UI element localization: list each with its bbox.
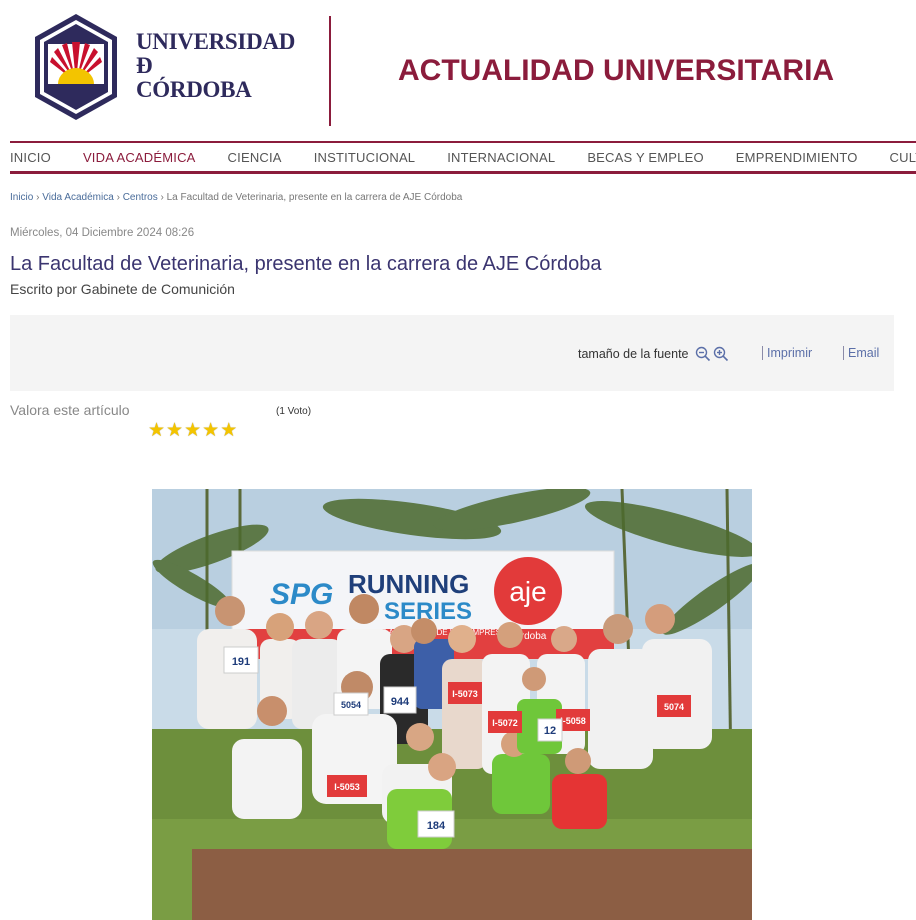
breadcrumb: Inicio › Vida Académica › Centros › La F… (10, 192, 462, 203)
logo-line-1: UNIVERSIDAD (136, 29, 296, 54)
star-icon[interactable]: ★ (184, 421, 201, 441)
breadcrumb-separator: › (36, 192, 40, 203)
rating-stars[interactable]: ★ ★ ★ ★ ★ (148, 421, 238, 441)
main-navigation: INICIO VIDA ACADÉMICA CIENCIA INSTITUCIO… (10, 141, 916, 174)
bib-number: 184 (427, 820, 446, 832)
article-photo: SPG RUNNING SERIES LA CARRERA DE LAS EMP… (152, 489, 752, 920)
star-icon[interactable]: ★ (166, 421, 183, 441)
breadcrumb-current: La Facultad de Veterinaria, presente en … (166, 192, 463, 203)
bib-number: I-5058 (560, 716, 586, 726)
nav-item-institucional[interactable]: INSTITUCIONAL (314, 150, 416, 165)
logo-line-2: Ð (136, 53, 153, 78)
nav-item-ciencia[interactable]: CIENCIA (228, 150, 282, 165)
nav-item-becas-y-empleo[interactable]: BECAS Y EMPLEO (587, 150, 703, 165)
nav-item-cultura[interactable]: CULTURA (890, 150, 916, 165)
university-logo[interactable] (33, 12, 119, 122)
rating-votes: (1 Voto) (276, 406, 312, 417)
font-size-control: tamaño de la fuente (578, 346, 729, 362)
header-divider (329, 16, 331, 126)
breadcrumb-link-inicio[interactable]: Inicio (10, 192, 33, 203)
article-author: Escrito por Gabinete de Comunición (10, 281, 235, 297)
breadcrumb-link-centros[interactable]: Centros (123, 192, 158, 203)
banner-aje-logo: aje (509, 576, 546, 607)
bib-number: I-5072 (492, 718, 518, 728)
article-title: La Facultad de Veterinaria, presente en … (10, 253, 602, 275)
breadcrumb-link-vida-academica[interactable]: Vida Académica (42, 192, 114, 203)
banner-brand: SPG (270, 578, 333, 611)
email-link[interactable]: Email (843, 346, 879, 360)
bib-number: I-5053 (334, 782, 360, 792)
bib-number: 5074 (664, 702, 684, 712)
nav-item-internacional[interactable]: INTERNACIONAL (447, 150, 555, 165)
breadcrumb-separator: › (116, 192, 120, 203)
nav-item-emprendimiento[interactable]: EMPRENDIMIENTO (736, 150, 858, 165)
print-link[interactable]: Imprimir (762, 346, 812, 360)
group-photo-image: SPG RUNNING SERIES LA CARRERA DE LAS EMP… (152, 489, 752, 920)
bib-number: 191 (232, 656, 250, 668)
bib-number: I-5073 (452, 689, 478, 699)
rating-label: Valora este artículo (10, 402, 130, 418)
university-wordmark[interactable]: UNIVERSIDAD Ð CÓRDOBA (136, 30, 295, 102)
breadcrumb-separator: › (160, 192, 164, 203)
article-date: Miércoles, 04 Diciembre 2024 08:26 (10, 227, 195, 239)
nav-item-vida-academica[interactable]: VIDA ACADÉMICA (83, 150, 196, 165)
logo-line-3: CÓRDOBA (136, 77, 252, 102)
star-icon[interactable]: ★ (202, 421, 219, 441)
font-size-label: tamaño de la fuente (578, 347, 689, 361)
bib-number: 12 (544, 725, 556, 737)
bib-number: 944 (391, 696, 410, 708)
bib-number: 5054 (341, 700, 361, 710)
article-toolbar: tamaño de la fuente Imprimir Email (10, 315, 894, 391)
zoom-in-icon[interactable] (713, 346, 729, 362)
nav-item-inicio[interactable]: INICIO (10, 150, 51, 165)
star-icon[interactable]: ★ (148, 421, 165, 441)
site-title[interactable]: ACTUALIDAD UNIVERSITARIA (398, 54, 834, 88)
site-header: UNIVERSIDAD Ð CÓRDOBA ACTUALIDAD UNIVERS… (0, 0, 916, 140)
star-icon[interactable]: ★ (220, 421, 237, 441)
zoom-out-icon[interactable] (695, 346, 711, 362)
